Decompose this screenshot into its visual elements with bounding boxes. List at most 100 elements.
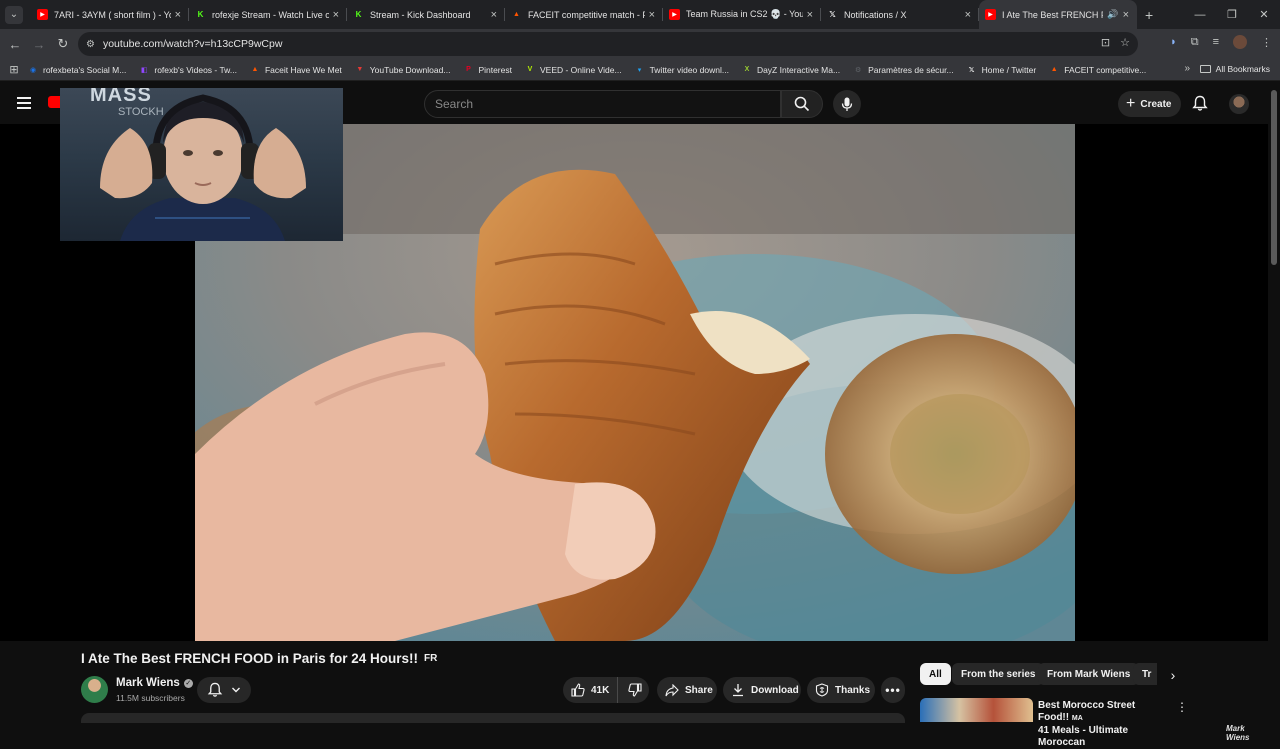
bookmark-item[interactable]: ⚙ Paramètres de sécur... bbox=[853, 65, 954, 75]
share-icon bbox=[665, 683, 679, 696]
thanks-label: Thanks bbox=[835, 684, 871, 696]
forward-icon[interactable]: → bbox=[27, 37, 51, 52]
tab-list: ▶7ARI - 3AYM ( short film ) - YouTube×Kr… bbox=[31, 0, 1137, 29]
close-window-icon[interactable]: ✕ bbox=[1248, 8, 1280, 21]
back-icon[interactable]: ← bbox=[3, 37, 27, 52]
bookmark-label: Paramètres de sécur... bbox=[868, 64, 954, 75]
close-tab-icon[interactable]: × bbox=[1123, 9, 1129, 21]
recommendation-thumbnail[interactable] bbox=[920, 698, 1033, 722]
channel-avatar[interactable] bbox=[81, 676, 108, 703]
faceit-icon: ▲ bbox=[513, 11, 520, 18]
settings-icon: ⚙ bbox=[854, 66, 862, 74]
download-label: Download bbox=[751, 684, 799, 696]
apps-grid-icon[interactable]: ⊞ bbox=[0, 63, 28, 76]
bookmark-star-icon[interactable]: ☆ bbox=[1120, 36, 1130, 49]
scrollbar-thumb[interactable] bbox=[1271, 90, 1277, 265]
bookmark-item[interactable]: X DayZ Interactive Ma... bbox=[742, 65, 840, 75]
bookmark-label: Twitter video downl... bbox=[649, 64, 729, 75]
profile-avatar[interactable] bbox=[1233, 35, 1247, 49]
download-icon bbox=[733, 684, 743, 697]
media-control-icon[interactable]: ≡ bbox=[1213, 36, 1219, 48]
chip-from-channel[interactable]: From Mark Wiens bbox=[1038, 663, 1140, 685]
faceit-icon: ▲ bbox=[251, 66, 259, 73]
bookmark-label: VEED - Online Vide... bbox=[539, 64, 622, 75]
recommendation-subtitle[interactable]: 41 Meals - Ultimate Moroccan bbox=[1038, 725, 1128, 748]
chip-all[interactable]: All bbox=[920, 663, 951, 685]
close-tab-icon[interactable]: × bbox=[491, 9, 497, 21]
extension-audio-icon[interactable]: ◗ bbox=[1170, 36, 1177, 48]
browser-tab[interactable]: ▶ I Ate The Best FRENCH FOOD 🔊 × bbox=[979, 0, 1137, 29]
bookmark-item[interactable]: ▾ Twitter video downl... bbox=[635, 65, 729, 75]
bookmark-item[interactable]: P Pinterest bbox=[463, 65, 512, 75]
bookmark-item[interactable]: V VEED - Online Vide... bbox=[525, 65, 622, 75]
channel-name-text[interactable]: Mark Wiens bbox=[116, 677, 180, 689]
close-tab-icon[interactable]: × bbox=[175, 9, 181, 21]
browser-tab[interactable]: ▶ Team Russia in CS2 💀 - YouTube × bbox=[663, 0, 821, 29]
download-button[interactable]: Download bbox=[723, 677, 801, 703]
bookmarks-overflow-icon[interactable]: » bbox=[1184, 63, 1190, 74]
voice-search-button[interactable] bbox=[833, 90, 861, 118]
bookmark-item[interactable]: ▲ Faceit Have We Met bbox=[250, 65, 341, 75]
tab-title: Notifications / X bbox=[844, 9, 907, 20]
bookmark-item[interactable]: ◉ rofexbeta's Social M... bbox=[28, 65, 126, 75]
bookmark-item[interactable]: ▲ FACEIT competitive... bbox=[1049, 65, 1147, 75]
create-button[interactable]: + Create bbox=[1118, 91, 1182, 117]
chip-truncated[interactable]: Tr bbox=[1133, 663, 1157, 685]
notifications-bell-icon[interactable] bbox=[1192, 95, 1208, 112]
browser-tab[interactable]: ▲ FACEIT competitive match - FACEIT × bbox=[505, 0, 663, 29]
search-button[interactable] bbox=[781, 90, 823, 118]
microphone-icon bbox=[841, 97, 853, 111]
bookmark-item[interactable]: ◧ rofexb's Videos - Tw... bbox=[139, 65, 237, 75]
site-info-icon[interactable]: ⚙ bbox=[86, 39, 95, 50]
all-bookmarks-button[interactable]: All Bookmarks bbox=[1199, 64, 1270, 74]
webcam-overlay: MASS STOCKH bbox=[60, 88, 343, 241]
chevron-right-icon[interactable]: › bbox=[1163, 665, 1183, 685]
browser-tab[interactable]: 𝕏 Notifications / X × bbox=[821, 0, 979, 29]
account-avatar[interactable] bbox=[1229, 94, 1249, 114]
like-button[interactable]: 41K bbox=[563, 677, 619, 703]
browser-tab[interactable]: ▶ 7ARI - 3AYM ( short film ) - YouTube × bbox=[31, 0, 189, 29]
recommendation-title[interactable]: Best Morocco Street Food!! MA 41 Meals -… bbox=[1038, 700, 1168, 749]
super-thanks-icon bbox=[815, 683, 829, 697]
address-url[interactable]: youtube.com/watch?v=h13cCP9wCpw bbox=[103, 38, 282, 50]
new-tab-button[interactable]: + bbox=[1145, 7, 1153, 23]
close-tab-icon[interactable]: × bbox=[649, 9, 655, 21]
bookmark-list: ◉ rofexbeta's Social M... ◧ rofexb's Videos… bbox=[28, 65, 1159, 75]
subscription-notification-button[interactable] bbox=[197, 677, 251, 703]
page-scrollbar[interactable] bbox=[1268, 82, 1280, 720]
description-box[interactable] bbox=[81, 713, 905, 723]
more-actions-button[interactable]: ••• bbox=[881, 677, 905, 703]
address-bar[interactable]: ⚙ youtube.com/watch?v=h13cCP9wCpw ⊡ ☆ bbox=[78, 32, 1138, 56]
speaker-icon[interactable]: 🔊 bbox=[1107, 9, 1118, 20]
share-button[interactable]: Share bbox=[657, 677, 717, 703]
bookmark-item[interactable]: ▼ YouTube Download... bbox=[355, 65, 450, 75]
menu-icon[interactable] bbox=[17, 97, 31, 109]
tab-title: I Ate The Best FRENCH FOOD bbox=[1002, 9, 1103, 20]
recommendation-menu-icon[interactable]: ⋮ bbox=[1176, 700, 1188, 714]
minimize-icon[interactable]: — bbox=[1184, 9, 1216, 21]
thanks-button[interactable]: Thanks bbox=[807, 677, 875, 703]
search-input[interactable] bbox=[435, 97, 780, 111]
dislike-button[interactable] bbox=[618, 677, 652, 703]
bookmark-item[interactable]: 𝕏 Home / Twitter bbox=[967, 65, 1036, 75]
close-tab-icon[interactable]: × bbox=[965, 9, 971, 21]
bookmark-label: rofexbeta's Social M... bbox=[43, 64, 127, 75]
extensions-icon[interactable]: ⧉ bbox=[1191, 36, 1199, 49]
chevron-down-icon bbox=[232, 687, 240, 693]
chip-from-the-series[interactable]: From the series bbox=[952, 663, 1045, 685]
close-tab-icon[interactable]: × bbox=[333, 9, 339, 21]
thumbs-down-icon bbox=[628, 683, 642, 697]
reload-icon[interactable]: ↻ bbox=[51, 36, 75, 52]
browser-tab[interactable]: K Stream - Kick Dashboard × bbox=[347, 0, 505, 29]
bookmark-label: rofexb's Videos - Tw... bbox=[154, 64, 237, 75]
restore-icon[interactable]: ❐ bbox=[1216, 8, 1248, 21]
tab-search-button[interactable]: ⌄ bbox=[5, 5, 23, 24]
chrome-menu-icon[interactable]: ⋮ bbox=[1261, 36, 1272, 49]
install-app-icon[interactable]: ⊡ bbox=[1101, 36, 1110, 49]
verified-icon: ✓ bbox=[183, 678, 193, 688]
browser-tab-strip: ⌄ ▶ 7ARI - 3AYM ( short film ) - YouTube ×… bbox=[0, 0, 1280, 29]
browser-tab[interactable]: Krofexje Stream - Watch Live on Kick × bbox=[189, 0, 347, 29]
channel-name[interactable]: Mark Wiens ✓ bbox=[116, 677, 193, 689]
search-box[interactable] bbox=[424, 90, 781, 118]
close-tab-icon[interactable]: × bbox=[807, 9, 813, 21]
